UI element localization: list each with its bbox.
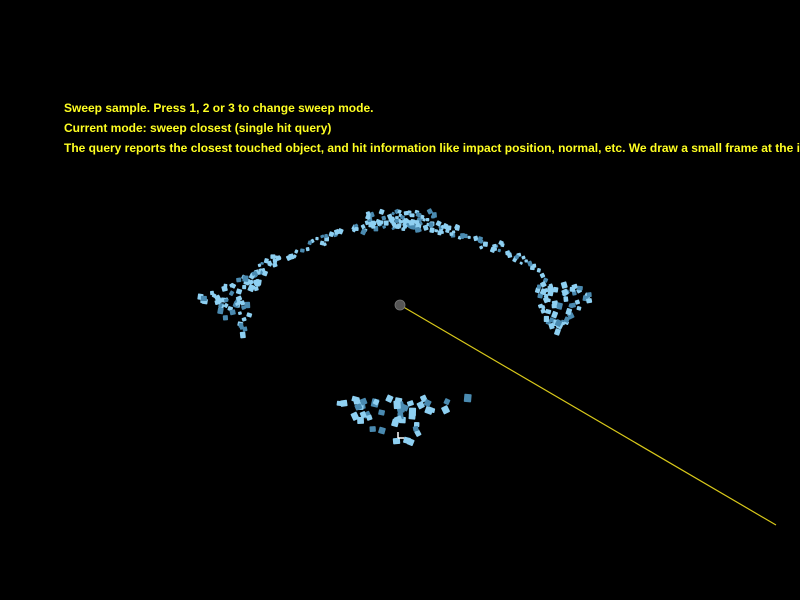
rigid-body-box — [414, 227, 421, 233]
rigid-body-box — [378, 426, 386, 435]
rigid-body-box — [569, 302, 576, 309]
rigid-body-box — [369, 426, 376, 433]
rigid-body-box — [315, 236, 319, 241]
rigid-body-box — [460, 233, 466, 239]
rigid-body-box — [569, 286, 576, 292]
rigid-body-box — [543, 315, 550, 323]
rigid-body-box — [536, 268, 541, 273]
rigid-body-box — [393, 400, 401, 410]
rigid-body-box — [482, 241, 488, 247]
impact-frame — [397, 432, 404, 439]
rigid-body-box — [446, 225, 452, 231]
rigid-body-box — [379, 220, 384, 225]
rigid-body-box — [378, 409, 386, 416]
rigid-body-box — [320, 234, 325, 239]
rigid-body-box — [228, 290, 235, 297]
rigid-body-box — [409, 213, 415, 218]
rigid-body-box — [378, 208, 385, 215]
sweep-viewport[interactable]: Sweep sample. Press 1, 2 or 3 to change … — [0, 0, 800, 600]
rigid-body-box — [241, 317, 247, 322]
rigid-body-box — [340, 399, 348, 407]
rigid-body-box — [576, 305, 582, 311]
rigid-body-box — [383, 220, 389, 226]
rigid-body-box — [536, 284, 542, 289]
rigid-body-box — [270, 254, 276, 259]
rigid-body-box — [237, 311, 242, 316]
rigid-body-box — [414, 220, 420, 224]
rigid-body-box — [260, 262, 264, 265]
rigid-body-box — [546, 298, 551, 303]
rigid-body-box — [431, 215, 435, 219]
rigid-body-box — [586, 292, 592, 298]
rigid-body-box — [539, 272, 546, 279]
rigid-body-box — [577, 285, 583, 291]
rigid-body-box — [236, 277, 242, 283]
rigid-body-box — [521, 255, 526, 260]
rigid-body-box — [328, 231, 335, 238]
rigid-body-box — [408, 412, 416, 420]
rigid-body-box — [463, 393, 472, 403]
hud-line-title: Sweep sample. Press 1, 2 or 3 to change … — [64, 101, 374, 115]
rigid-body-box — [394, 219, 399, 224]
rigid-body-box — [235, 288, 243, 295]
rigid-body-box — [519, 261, 523, 265]
rigid-body-box — [479, 245, 484, 250]
rigid-body-box — [391, 222, 396, 226]
rigid-body-box — [223, 283, 228, 288]
rigid-body-box — [551, 310, 559, 319]
rigid-body-box — [406, 400, 414, 407]
rigid-body-box — [255, 279, 262, 286]
hud-line-mode: Current mode: sweep closest (single hit … — [64, 121, 332, 135]
rigid-body-box — [560, 281, 568, 289]
rigid-body-box — [222, 315, 229, 321]
rigid-body-box — [403, 210, 409, 216]
rigid-body-box — [545, 308, 552, 315]
rigid-body-box — [467, 235, 471, 239]
rigid-body-box — [428, 222, 434, 228]
rigid-body-box — [497, 248, 501, 253]
scene-canvas — [197, 208, 777, 526]
rigid-body-box — [305, 247, 310, 252]
rigid-body-box — [551, 303, 557, 309]
rigid-body-box — [246, 312, 253, 318]
rigid-body-box — [443, 398, 451, 406]
rigid-body-box — [454, 225, 460, 231]
rigid-body-box — [217, 307, 224, 315]
rigid-body-box — [367, 214, 371, 219]
rigid-body-box — [294, 249, 299, 254]
rigid-body-box — [449, 232, 454, 236]
rigid-body-box — [300, 248, 305, 253]
rigid-body-box — [242, 284, 247, 290]
rigid-body-box — [354, 227, 359, 231]
rigid-body-box — [223, 303, 229, 308]
rigid-body-box — [552, 286, 559, 293]
rigid-body-box — [429, 227, 435, 234]
rigid-body-box — [493, 247, 497, 251]
rigid-body-box — [586, 298, 593, 304]
rigid-body-box — [381, 215, 387, 221]
rigid-body-box — [507, 252, 513, 258]
rigid-body-box — [395, 216, 399, 220]
sweep-origin-sphere — [394, 299, 406, 311]
sweep-ray — [399, 304, 777, 526]
hud-line-description: The query reports the closest touched ob… — [64, 141, 800, 155]
rigid-body-box — [437, 230, 442, 236]
rigid-body-box — [200, 295, 207, 302]
rigid-body-box — [272, 262, 278, 268]
rigid-body-box — [425, 217, 430, 222]
rigid-body-box — [544, 288, 549, 293]
rigid-bodies-group — [197, 208, 593, 447]
rigid-body-box — [385, 394, 394, 403]
rigid-body-box — [563, 296, 569, 302]
rigid-body-box — [243, 275, 248, 280]
rigid-body-box — [434, 229, 439, 233]
rigid-body-box — [239, 331, 246, 339]
rigid-body-box — [370, 220, 375, 225]
rigid-body-box — [441, 405, 450, 415]
